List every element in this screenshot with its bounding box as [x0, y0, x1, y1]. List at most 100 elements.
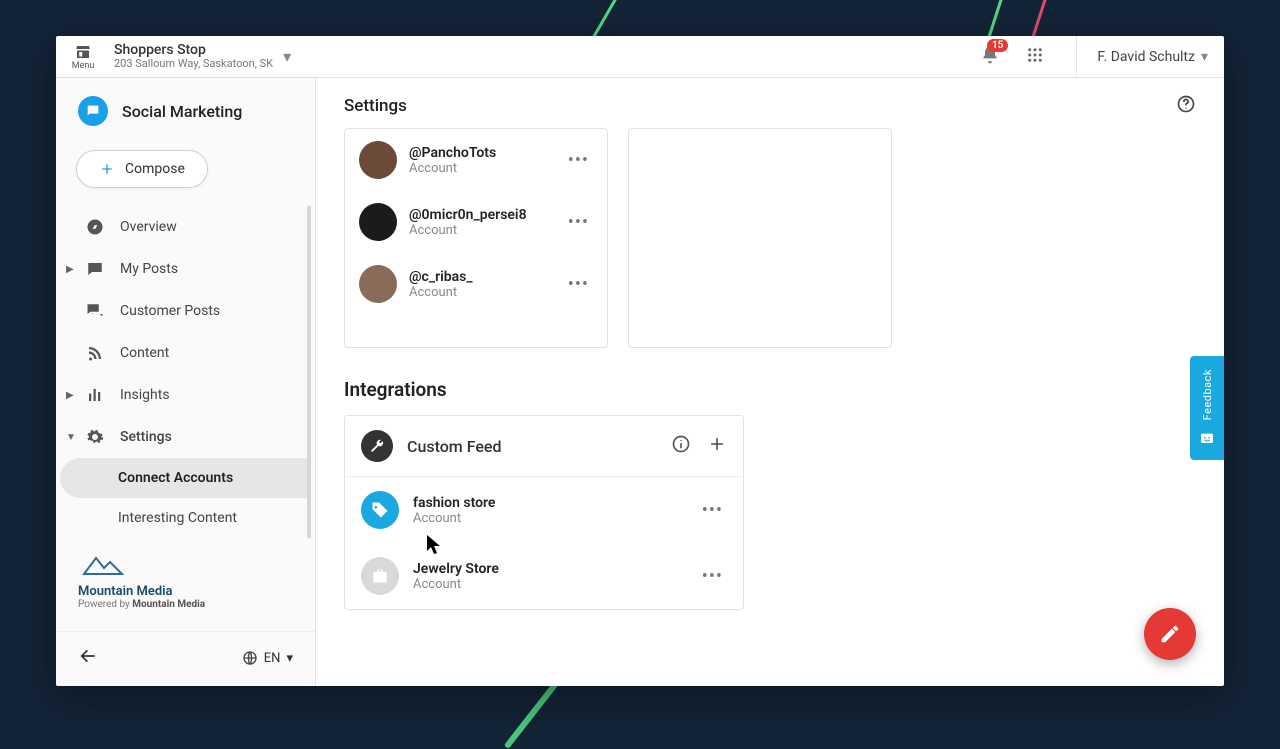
main-content: Settings @PanchoTots Account ••• — [316, 78, 1224, 686]
account-name: @c_ribas_ — [409, 269, 552, 285]
integration-add-button[interactable] — [707, 434, 727, 458]
feedback-tab[interactable]: Feedback — [1190, 356, 1224, 460]
sidebar-item-label: Content — [120, 345, 169, 361]
help-button[interactable] — [1176, 94, 1196, 118]
sidebar-bottom-row: EN ▾ — [56, 631, 315, 686]
integration-card: Custom Feed — [344, 415, 744, 610]
help-icon — [1176, 94, 1196, 114]
compose-button[interactable]: Compose — [76, 150, 208, 188]
menu-label: Menu — [72, 61, 95, 71]
sidebar-item-overview[interactable]: Overview — [56, 206, 311, 248]
integration-info-button[interactable] — [671, 434, 691, 458]
sidebar-item-label: Insights — [120, 387, 170, 403]
sidebar-item-customer-posts[interactable]: Customer Posts — [56, 290, 311, 332]
avatar — [359, 141, 397, 179]
scrollbar[interactable] — [307, 206, 311, 538]
sidebar-item-my-posts[interactable]: ▶ My Posts — [56, 248, 311, 290]
plus-icon — [707, 434, 727, 454]
tag-icon — [370, 500, 390, 520]
bar-chart-icon — [86, 386, 104, 404]
caret-right-icon: ▶ — [66, 390, 74, 401]
back-button[interactable] — [78, 646, 98, 670]
integration-item-menu-button[interactable]: ••• — [698, 562, 727, 591]
language-selector[interactable]: EN ▾ — [242, 650, 293, 666]
user-name: F. David Schultz — [1097, 49, 1195, 65]
integration-icon-wrap — [361, 430, 393, 462]
account-type: Account — [409, 161, 552, 176]
caret-down-icon: ▼ — [66, 432, 76, 443]
notification-badge: 15 — [987, 39, 1008, 52]
apps-grid-icon — [1026, 46, 1044, 64]
sidebar-sub-label: Connect Accounts — [118, 470, 233, 486]
account-name: @PanchoTots — [409, 145, 552, 161]
app-window: Menu Shoppers Stop 203 Salloum Way, Sask… — [56, 36, 1224, 686]
topbar: Menu Shoppers Stop 203 Salloum Way, Sask… — [56, 36, 1224, 78]
briefcase-icon — [370, 566, 390, 586]
store-icon — [74, 43, 92, 61]
sidebar-sub-connect-accounts[interactable]: Connect Accounts — [60, 458, 311, 498]
sidebar-item-insights[interactable]: ▶ Insights — [56, 374, 311, 416]
plus-icon — [99, 161, 115, 177]
sidebar-item-label: My Posts — [120, 261, 178, 277]
sidebar-item-label: Customer Posts — [120, 303, 220, 319]
location-name: Shoppers Stop — [114, 42, 273, 58]
caret-right-icon: ▶ — [66, 264, 74, 275]
location-selector[interactable]: Shoppers Stop 203 Salloum Way, Saskatoon… — [114, 42, 291, 71]
sidebar-item-content[interactable]: Content — [56, 332, 311, 374]
integration-item-type: Account — [413, 511, 684, 526]
sidebar: Social Marketing Compose Overview ▶ My P… — [56, 78, 316, 686]
sidebar-nav: Overview ▶ My Posts Customer Posts Conte… — [56, 206, 315, 538]
avatar — [359, 203, 397, 241]
sidebar-item-label: Settings — [120, 429, 172, 445]
sidebar-item-settings[interactable]: ▼ Settings — [56, 416, 311, 458]
user-menu[interactable]: F. David Schultz ▾ — [1076, 36, 1208, 77]
integration-item-name: Jewelry Store — [413, 561, 684, 577]
powered-by: Powered by Mountain Media — [78, 599, 293, 610]
account-type: Account — [409, 285, 552, 300]
integrations-heading: Integrations — [344, 378, 1196, 401]
footer-brand: Mountain Media Powered by Mountain Media — [56, 538, 315, 616]
sidebar-sub-interesting-content[interactable]: Interesting Content — [60, 498, 311, 538]
avatar — [361, 557, 399, 595]
account-type: Account — [409, 223, 552, 238]
pencil-icon — [1159, 623, 1181, 645]
smiley-icon — [1199, 431, 1215, 447]
account-menu-button[interactable]: ••• — [564, 208, 593, 237]
account-row: @c_ribas_ Account ••• — [345, 253, 607, 315]
chevron-down-icon: ▾ — [286, 651, 293, 666]
compose-fab[interactable] — [1144, 608, 1196, 660]
sidebar-sub-label: Interesting Content — [118, 510, 237, 526]
empty-card — [628, 128, 892, 348]
integration-item-name: fashion store — [413, 495, 684, 511]
forum-icon — [86, 302, 104, 320]
feedback-label: Feedback — [1201, 369, 1214, 420]
account-menu-button[interactable]: ••• — [564, 270, 593, 299]
compass-icon — [86, 218, 104, 236]
menu-button[interactable]: Menu — [64, 43, 102, 71]
info-icon — [671, 434, 691, 454]
brand-row: Social Marketing — [56, 78, 315, 140]
avatar — [359, 265, 397, 303]
notifications-button[interactable]: 15 — [980, 45, 1000, 69]
chevron-down-icon: ▾ — [283, 47, 291, 66]
gear-icon — [86, 428, 104, 446]
chevron-down-icon: ▾ — [1201, 49, 1208, 65]
chat-lines-icon — [86, 260, 104, 278]
chat-icon — [85, 103, 101, 119]
accounts-card: @PanchoTots Account ••• @0micr0n_persei8… — [344, 128, 608, 348]
integration-item-type: Account — [413, 577, 684, 592]
integration-title: Custom Feed — [407, 437, 657, 456]
integration-item-menu-button[interactable]: ••• — [698, 496, 727, 525]
location-address: 203 Salloum Way, Saskatoon, SK — [114, 58, 273, 71]
globe-icon — [242, 650, 258, 666]
apps-button[interactable] — [1026, 46, 1044, 68]
cursor-icon — [427, 535, 443, 555]
account-row: @0micr0n_persei8 Account ••• — [345, 191, 607, 253]
footer-brand-name: Mountain Media — [78, 584, 293, 599]
account-name: @0micr0n_persei8 — [409, 207, 552, 223]
brand-badge — [78, 96, 108, 126]
mountain-logo-icon — [78, 552, 178, 580]
account-menu-button[interactable]: ••• — [564, 146, 593, 175]
rss-icon — [86, 344, 104, 362]
arrow-left-icon — [78, 646, 98, 666]
